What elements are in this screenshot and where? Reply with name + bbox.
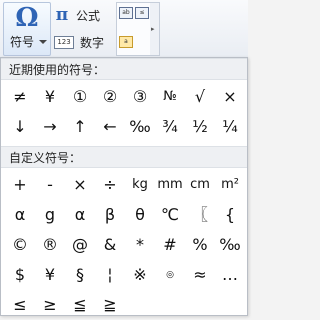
symbol-cell[interactable]: ≥ xyxy=(35,290,65,320)
symbol-cell[interactable]: ③ xyxy=(125,82,155,112)
symbol-cell[interactable]: ‰ xyxy=(215,230,245,260)
omega-icon: Ω xyxy=(15,3,39,33)
symbol-cell[interactable]: - xyxy=(35,170,65,200)
symbol-cell[interactable]: ※ xyxy=(125,260,155,290)
inequality-icon[interactable]: ≤ xyxy=(135,7,149,19)
symbol-row: ≤ ≥ ≦ ≧ xyxy=(5,290,245,320)
symbol-button[interactable]: Ω 符号 xyxy=(3,2,51,56)
symbol-cell[interactable]: ¥ xyxy=(35,260,65,290)
number-icon: 123 xyxy=(54,35,74,49)
symbol-cell[interactable]: № xyxy=(155,82,185,112)
symbol-cell[interactable]: { xyxy=(215,200,245,230)
symbol-dropdown-panel: 近期使用的符号： ≠ ¥ ① ② ③ № √ × ↓ → ↑ ← ‰ ¾ ½ ¼… xyxy=(0,57,248,316)
gallery-scrollbar[interactable]: ▸ xyxy=(150,2,160,56)
symbol-cell[interactable]: mm xyxy=(155,170,185,200)
symbol-cell[interactable]: θ xyxy=(125,200,155,230)
symbol-row: + - × ÷ kg mm cm m² xyxy=(5,170,245,200)
symbol-cell[interactable]: cm xyxy=(185,170,215,200)
chevron-down-icon xyxy=(39,40,47,44)
symbol-row: © ® @ & * # % ‰ xyxy=(5,230,245,260)
recent-symbols-header: 近期使用的符号： xyxy=(1,58,247,80)
symbol-cell[interactable]: … xyxy=(215,260,245,290)
symbol-cell[interactable]: ‰ xyxy=(125,112,155,142)
formula-button-label: 公式 xyxy=(76,8,101,23)
symbol-cell[interactable]: ¦ xyxy=(95,260,125,290)
symbol-cell[interactable]: × xyxy=(215,82,245,112)
symbol-cell[interactable]: × xyxy=(65,170,95,200)
symbol-cell[interactable]: m² xyxy=(215,170,245,200)
symbol-cell[interactable]: ↓ xyxy=(5,112,35,142)
symbol-cell[interactable]: 〖 xyxy=(185,200,215,230)
char-border-icon[interactable]: a xyxy=(119,36,133,48)
symbol-cell[interactable]: # xyxy=(155,230,185,260)
symbol-cell[interactable]: ↑ xyxy=(65,112,95,142)
symbol-cell[interactable]: ≤ xyxy=(5,290,35,320)
symbol-cell[interactable]: ℃ xyxy=(155,200,185,230)
formula-button[interactable]: π 公式 xyxy=(52,4,100,26)
symbol-cell[interactable]: √ xyxy=(185,82,215,112)
symbol-cell[interactable]: → xyxy=(35,112,65,142)
symbol-cell[interactable]: ½ xyxy=(185,112,215,142)
symbol-cell[interactable]: ® xyxy=(35,230,65,260)
symbol-cell[interactable]: ¥ xyxy=(35,82,65,112)
symbol-cell[interactable]: ¼ xyxy=(215,112,245,142)
symbol-cell[interactable]: @ xyxy=(65,230,95,260)
pi-icon: π xyxy=(55,5,69,25)
symbol-cell[interactable]: α xyxy=(5,200,35,230)
insert-ribbon: Ω 符号 π 公式 123 数字 ab ≤ a ▸ xyxy=(0,0,248,59)
recent-symbols-grid: ≠ ¥ ① ② ③ № √ × ↓ → ↑ ← ‰ ¾ ½ ¼ xyxy=(5,82,245,142)
symbol-row: α g α β θ ℃ 〖 { xyxy=(5,200,245,230)
symbol-cell[interactable]: ÷ xyxy=(95,170,125,200)
custom-symbols-grid: + - × ÷ kg mm cm m² α g α β θ ℃ 〖 { © ® … xyxy=(5,170,245,320)
symbol-cell[interactable]: ≠ xyxy=(5,82,35,112)
text-box-icon[interactable]: ab xyxy=(119,7,133,19)
custom-symbols-header: 自定义符号： xyxy=(1,146,247,168)
symbol-cell[interactable]: ② xyxy=(95,82,125,112)
symbol-cell[interactable]: kg xyxy=(125,170,155,200)
symbol-cell[interactable]: ≦ xyxy=(65,290,95,320)
symbol-cell[interactable]: β xyxy=(95,200,125,230)
symbol-cell[interactable]: © xyxy=(5,230,35,260)
symbol-cell[interactable]: ① xyxy=(65,82,95,112)
text-style-gallery[interactable]: ab ≤ a xyxy=(116,2,152,56)
symbol-cell[interactable]: + xyxy=(5,170,35,200)
symbol-row: ≠ ¥ ① ② ③ № √ × xyxy=(5,82,245,112)
chevron-right-icon[interactable]: ▸ xyxy=(151,25,155,33)
symbol-row: $ ¥ § ¦ ※ ◎ ≈ … xyxy=(5,260,245,290)
symbol-cell[interactable]: α xyxy=(65,200,95,230)
number-button[interactable]: 123 数字 xyxy=(54,31,104,53)
symbol-cell[interactable]: ≈ xyxy=(185,260,215,290)
symbol-cell[interactable]: ≧ xyxy=(95,290,125,320)
number-button-label: 数字 xyxy=(80,35,105,50)
symbol-cell[interactable]: g xyxy=(35,200,65,230)
symbol-cell[interactable]: ◎ xyxy=(155,260,185,290)
symbol-row: ↓ → ↑ ← ‰ ¾ ½ ¼ xyxy=(5,112,245,142)
symbol-cell[interactable]: ¾ xyxy=(155,112,185,142)
symbol-cell[interactable]: § xyxy=(65,260,95,290)
symbol-cell[interactable]: ← xyxy=(95,112,125,142)
symbol-cell[interactable]: $ xyxy=(5,260,35,290)
symbol-button-label: 符号 xyxy=(10,35,35,49)
symbol-cell[interactable]: & xyxy=(95,230,125,260)
symbol-cell[interactable]: % xyxy=(185,230,215,260)
symbol-cell[interactable]: * xyxy=(125,230,155,260)
